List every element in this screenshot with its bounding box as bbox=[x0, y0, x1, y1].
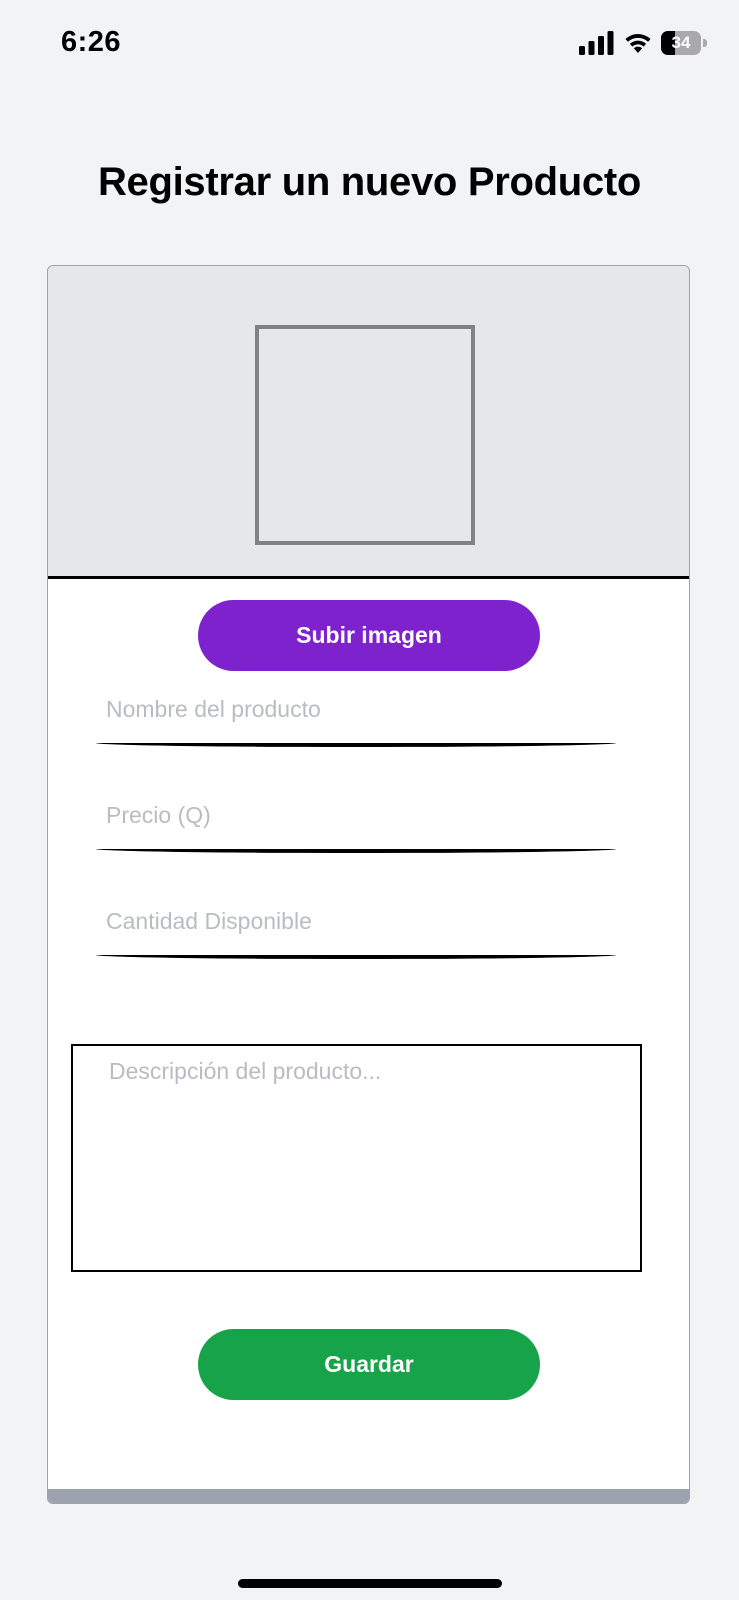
description-textarea[interactable] bbox=[71, 1044, 642, 1272]
quantity-field bbox=[96, 887, 616, 961]
status-icons: 34 bbox=[579, 30, 707, 56]
battery-level: 34 bbox=[671, 33, 691, 52]
image-placeholder bbox=[255, 325, 475, 545]
product-form-card: Subir imagen Guardar bbox=[47, 265, 690, 1504]
signal-icon bbox=[579, 31, 614, 55]
quantity-input[interactable] bbox=[96, 887, 616, 955]
battery-icon: 34 bbox=[661, 31, 707, 55]
price-input[interactable] bbox=[96, 781, 616, 849]
product-name-field bbox=[96, 675, 616, 749]
card-footer bbox=[48, 1489, 689, 1503]
field-underline bbox=[96, 955, 616, 959]
save-button[interactable]: Guardar bbox=[198, 1329, 540, 1400]
field-underline bbox=[96, 743, 616, 747]
image-preview-area bbox=[48, 266, 689, 579]
page-title: Registrar un nuevo Producto bbox=[97, 160, 642, 204]
price-field bbox=[96, 781, 616, 855]
home-indicator[interactable] bbox=[238, 1579, 502, 1588]
field-underline bbox=[96, 849, 616, 853]
wifi-icon bbox=[625, 34, 651, 53]
product-name-input[interactable] bbox=[96, 675, 616, 743]
upload-image-button[interactable]: Subir imagen bbox=[198, 600, 540, 671]
status-time: 6:26 bbox=[61, 26, 122, 58]
